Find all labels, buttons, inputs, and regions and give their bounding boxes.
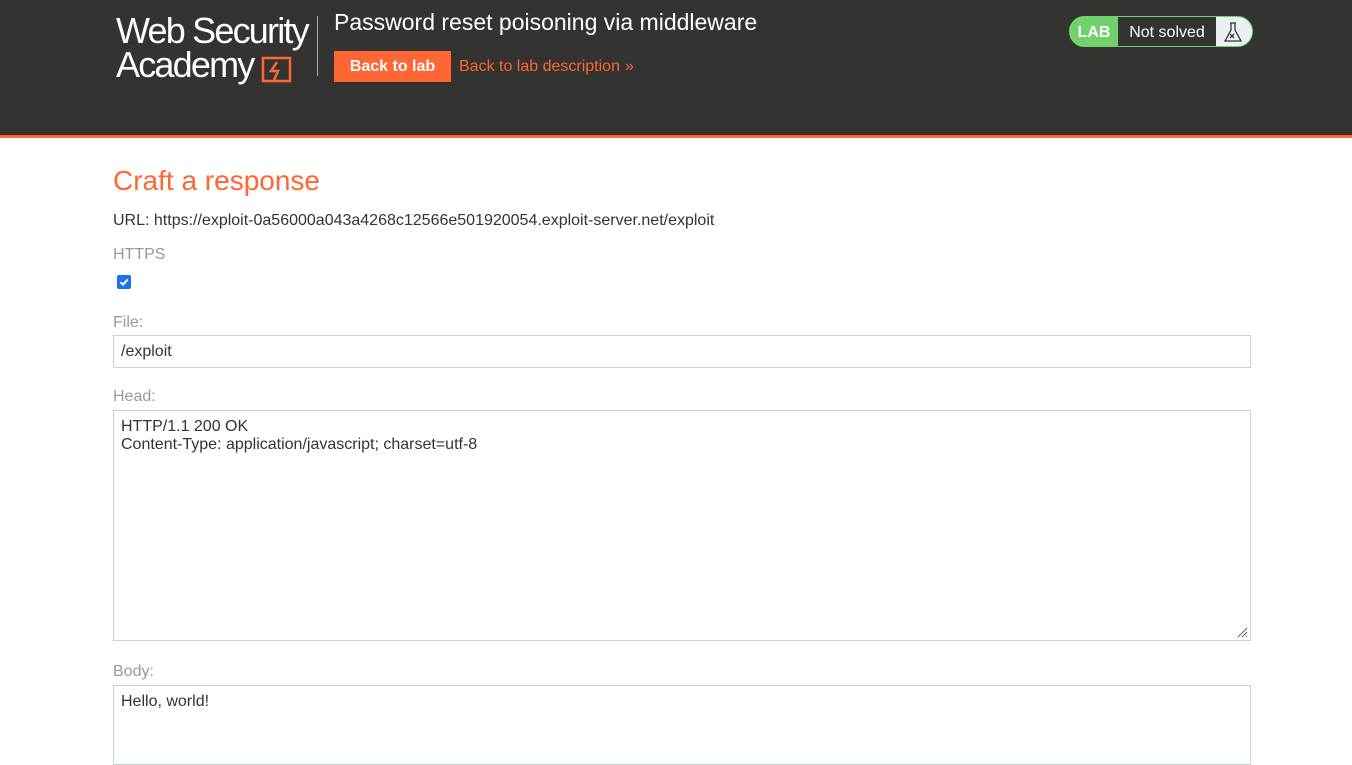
head-textarea-value: HTTP/1.1 200 OK Content-Type: applicatio…: [121, 418, 478, 453]
page-heading: Craft a response: [113, 165, 320, 196]
flask-icon: [1223, 22, 1243, 42]
header-divider: [317, 16, 318, 76]
body-textarea[interactable]: Hello, world!: [113, 685, 1251, 765]
lab-badge: LAB: [1070, 17, 1118, 46]
resize-handle-icon[interactable]: [1236, 626, 1248, 638]
back-to-lab-description-link[interactable]: Back to lab description»: [459, 57, 634, 76]
lab-status-text: Not solved: [1118, 17, 1216, 46]
body-textarea-value: Hello, world!: [121, 693, 210, 710]
checkbox-check-icon: [119, 278, 129, 287]
header: Web Security Academy Password reset pois…: [0, 0, 1352, 138]
https-label: HTTPS: [113, 246, 166, 263]
chevron-double-right-icon: »: [624, 58, 634, 75]
file-input[interactable]: /exploit: [113, 335, 1251, 368]
lab-status-widget: LAB Not solved: [1069, 16, 1253, 47]
logo-bolt-icon: [261, 56, 292, 83]
head-label: Head:: [113, 388, 156, 405]
lab-title: Password reset poisoning via middleware: [334, 9, 758, 35]
file-label: File:: [113, 314, 144, 331]
back-to-lab-description-label: Back to lab description: [459, 58, 620, 75]
file-input-value: /exploit: [121, 343, 172, 360]
head-textarea[interactable]: HTTP/1.1 200 OK Content-Type: applicatio…: [113, 410, 1251, 641]
logo-line-2: Academy: [116, 44, 255, 85]
web-security-academy-logo[interactable]: Web Security Academy: [116, 12, 316, 88]
exploit-url: URL: https://exploit-0a56000a043a4268c12…: [113, 212, 715, 229]
https-checkbox[interactable]: [117, 275, 131, 289]
back-to-lab-button[interactable]: Back to lab: [334, 51, 451, 82]
body-label: Body:: [113, 663, 154, 680]
